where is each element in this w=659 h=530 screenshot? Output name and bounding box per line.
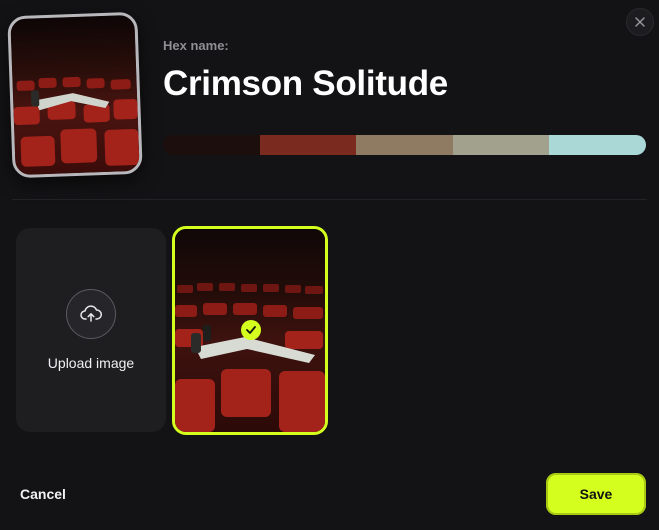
upload-image-button[interactable]: Upload image <box>16 228 166 432</box>
selected-check-badge <box>241 320 261 340</box>
palette-swatch-1[interactable] <box>163 135 260 155</box>
preview-image-card <box>7 11 143 179</box>
selected-image-tile[interactable] <box>172 226 328 435</box>
hex-name-label: Hex name: <box>163 38 229 53</box>
color-palette <box>163 135 646 155</box>
palette-swatch-3[interactable] <box>356 135 453 155</box>
section-divider <box>12 199 647 200</box>
close-icon <box>635 17 645 27</box>
palette-swatch-5[interactable] <box>549 135 646 155</box>
palette-swatch-2[interactable] <box>259 135 357 155</box>
theater-seats-image <box>10 14 140 176</box>
upload-image-label: Upload image <box>47 355 135 371</box>
cloud-upload-icon <box>66 289 116 339</box>
palette-dialog: Hex name: Crimson Solitude Upload image <box>0 0 659 530</box>
save-button[interactable]: Save <box>546 473 646 515</box>
palette-title: Crimson Solitude <box>163 64 448 103</box>
palette-swatch-4[interactable] <box>452 135 550 155</box>
close-button[interactable] <box>626 8 654 36</box>
check-icon <box>246 326 256 334</box>
cancel-button[interactable]: Cancel <box>20 486 66 502</box>
